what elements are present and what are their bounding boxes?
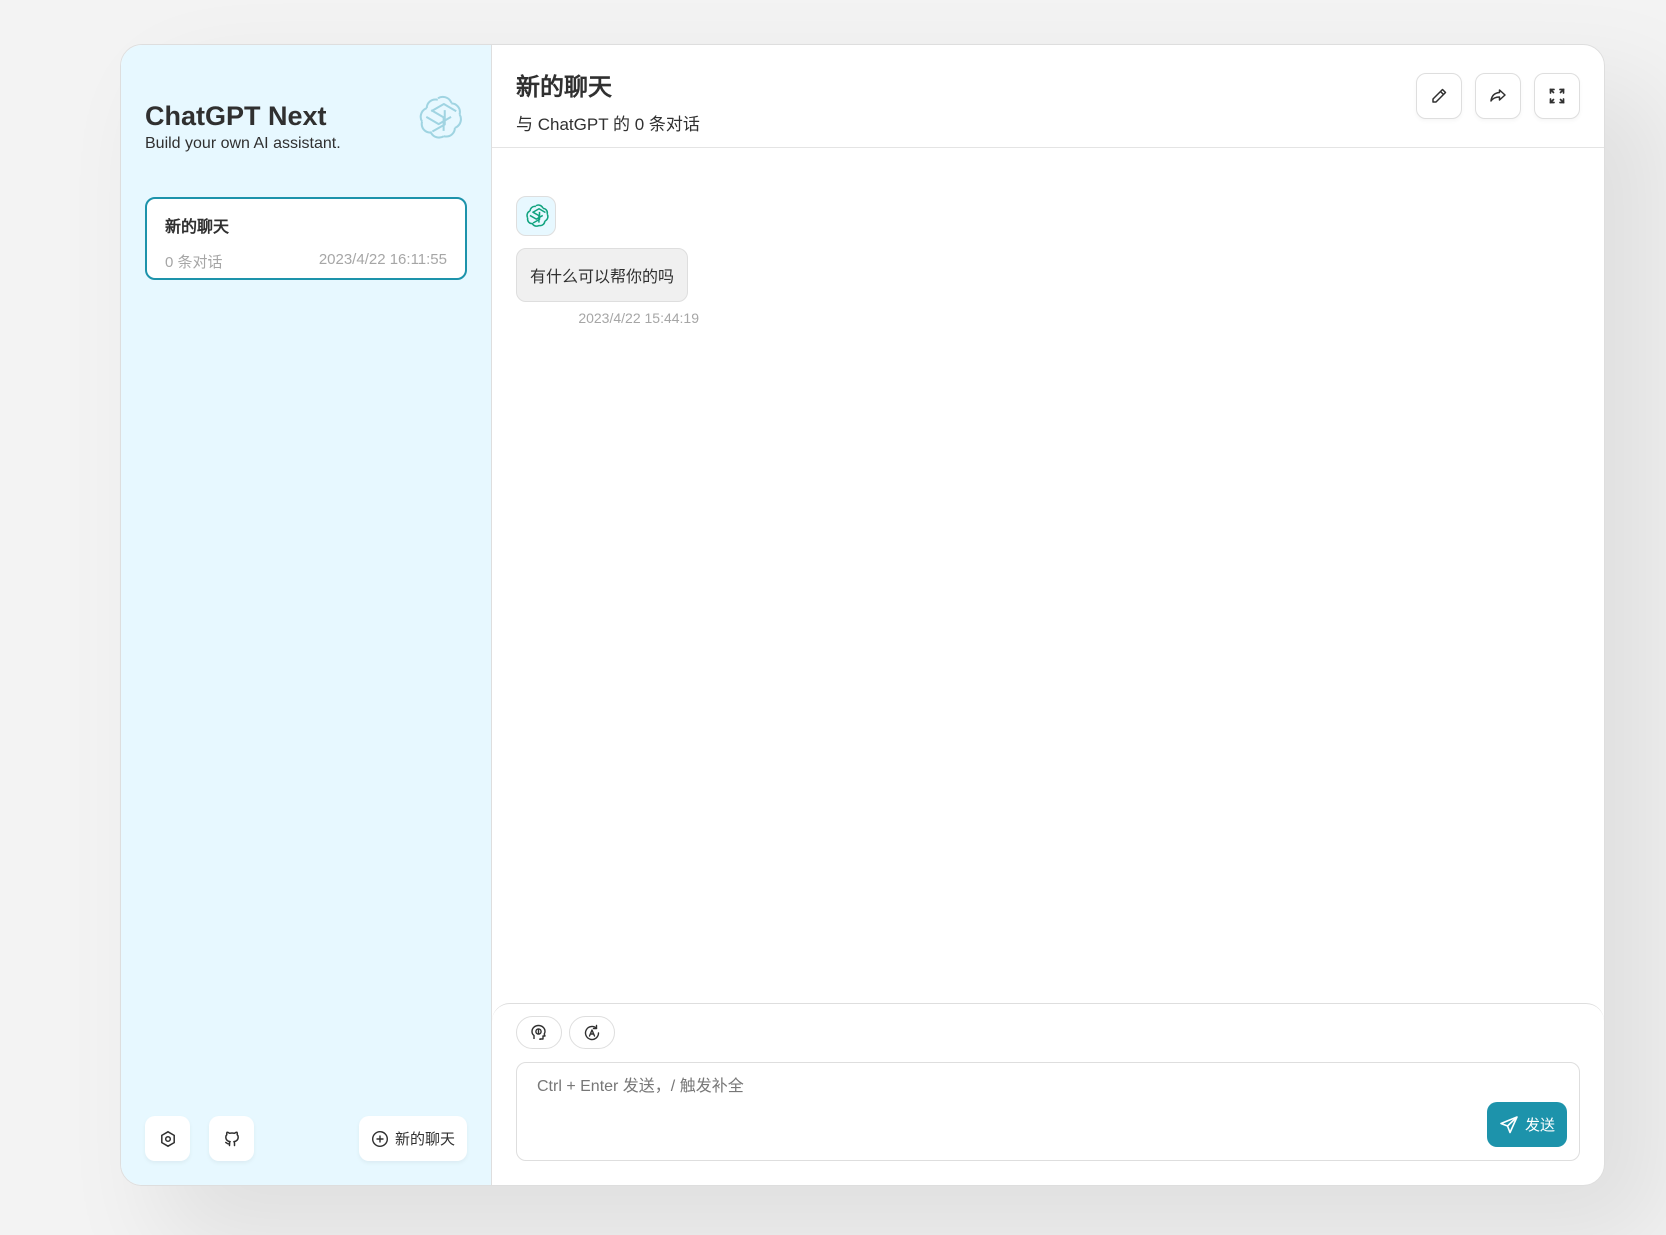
prompt-button[interactable] [569,1016,615,1049]
github-icon [224,1131,239,1146]
chat-item-date: 2023/4/22 16:11:55 [318,251,447,268]
fullscreen-button[interactable] [1534,73,1580,119]
chat-item-count: 0 条对话 [165,254,223,271]
new-chat-button[interactable]: 新的聊天 [358,1116,467,1161]
assistant-avatar [516,196,556,236]
new-chat-label: 新的聊天 [394,1131,455,1148]
app-window: ChatGPT Next Build your own AI assistant… [120,44,1605,1186]
chat-list-item[interactable]: 新的聊天 0 条对话 2023/4/22 16:11:55 [145,197,467,280]
github-button[interactable] [209,1116,254,1161]
input-actions [516,1016,1580,1049]
send-icon [1500,1115,1518,1133]
header-actions [1403,73,1580,119]
openai-logo-icon [419,95,462,139]
rename-button[interactable] [1416,73,1462,119]
settings-icon [160,1130,175,1147]
message-bubble: 有什么可以帮你的吗 [516,248,689,302]
settings-button[interactable] [145,1116,190,1161]
share-icon [1490,89,1506,102]
export-button[interactable] [1475,73,1521,119]
openai-logo-icon [526,204,549,227]
prompt-icon [584,1024,600,1040]
chat-item-title: 新的聊天 [165,219,230,236]
fullscreen-icon [1549,88,1565,104]
edit-icon [1432,88,1447,103]
chat-input-box: 发送 [516,1062,1580,1161]
send-label: 发送 [1524,1117,1555,1134]
sidebar-header: ChatGPT Next Build your own AI assistant… [145,69,467,179]
theme-toggle-button[interactable] [516,1016,562,1049]
chat-item-info: 0 条对话 2023/4/22 16:11:55 [165,251,447,272]
chat-main: 新的聊天 与 ChatGPT 的 0 条对话 有什么可以帮你的吗 2023/4/… [492,45,1604,1185]
chat-input[interactable] [535,1077,1356,1097]
input-panel: 发送 [492,1003,1604,1185]
send-button[interactable]: 发送 [1487,1102,1567,1147]
sidebar-footer: 新的聊天 [145,1116,467,1161]
message-list: 有什么可以帮你的吗 2023/4/22 15:44:19 [492,148,1604,1003]
message-time: 2023/4/22 15:44:19 [578,310,699,326]
theme-icon [531,1024,546,1040]
assistant-message: 有什么可以帮你的吗 2023/4/22 15:44:19 [516,196,1580,326]
sidebar: ChatGPT Next Build your own AI assistant… [121,45,492,1185]
chat-header: 新的聊天 与 ChatGPT 的 0 条对话 [492,45,1604,148]
add-circle-icon [371,1130,388,1147]
